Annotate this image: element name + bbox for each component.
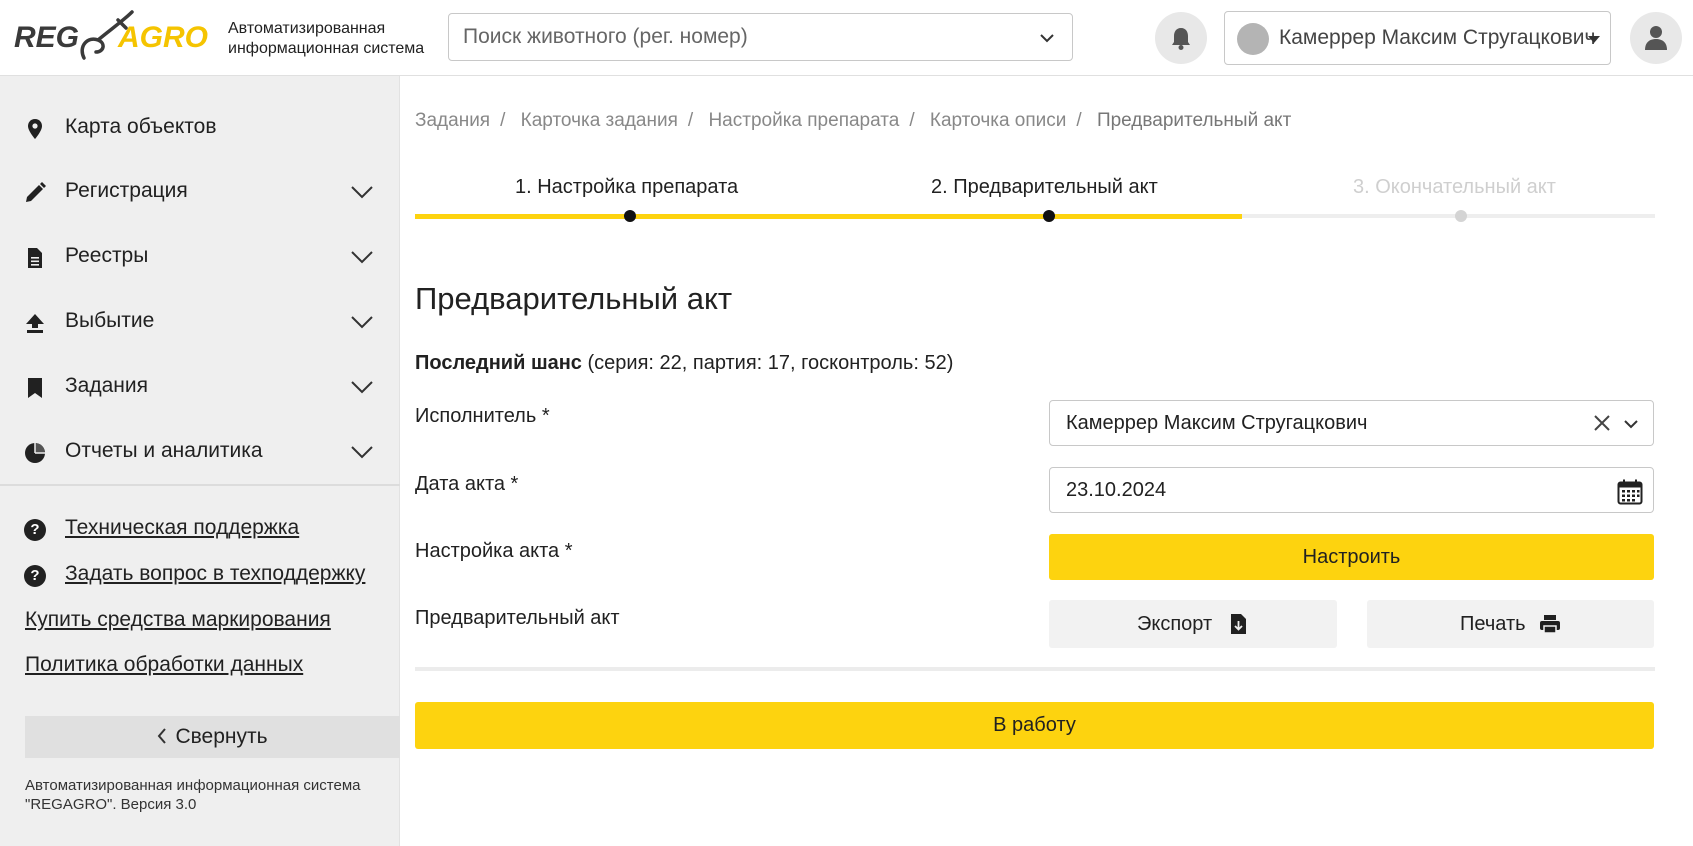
profile-button[interactable]: [1630, 12, 1682, 64]
breadcrumb-item[interactable]: Задания: [415, 110, 490, 131]
file-download-icon: [1231, 614, 1246, 634]
breadcrumb-item[interactable]: Карточка описи: [930, 110, 1066, 131]
animal-search-select[interactable]: [448, 13, 1073, 61]
top-header: REG AGRO Автоматизированная информационн…: [0, 0, 1693, 76]
bookmark-icon: [28, 378, 42, 398]
avatar: [1237, 23, 1269, 55]
clear-icon[interactable]: [1593, 414, 1611, 432]
ask-support-link[interactable]: Задать вопрос в техподдержку: [65, 562, 365, 586]
executor-select[interactable]: Камеррер Максим Стругацкович: [1049, 400, 1654, 446]
sidebar-item-registration[interactable]: Регистрация: [0, 162, 400, 222]
sidebar-item-label: Отчеты и аналитика: [65, 439, 263, 462]
user-select[interactable]: Камеррер Максим Стругацкович: [1224, 11, 1611, 65]
form-divider: [415, 667, 1655, 671]
lot-name: Последний шанс: [415, 352, 582, 374]
svg-text:AGRO: AGRO: [117, 21, 208, 54]
search-input[interactable]: [463, 14, 1023, 60]
chevron-left-icon: [157, 726, 167, 744]
step-1[interactable]: 1. Настройка препарата: [515, 176, 738, 199]
document-icon: [28, 248, 42, 268]
act-setup-label: Настройка акта *: [415, 540, 573, 562]
step-2[interactable]: 2. Предварительный акт: [931, 176, 1158, 199]
sidebar-divider: [0, 484, 400, 486]
buy-marking-link[interactable]: Купить средства маркирования: [25, 608, 331, 632]
logo-subtitle: Автоматизированная информационная систем…: [228, 20, 425, 57]
sidebar-item-label: Выбытие: [65, 309, 155, 332]
step-3: 3. Окончательный акт: [1353, 176, 1556, 198]
user-icon: [1645, 26, 1667, 50]
map-pin-icon: [28, 119, 42, 139]
chevron-down-icon[interactable]: [1038, 29, 1056, 47]
sidebar-item-registries[interactable]: Реестры: [0, 227, 400, 287]
question-icon: ?: [24, 519, 46, 541]
print-label: Печать: [1460, 613, 1526, 635]
sidebar-item-tasks[interactable]: Задания: [0, 357, 400, 417]
chevron-down-icon[interactable]: [350, 184, 374, 200]
question-icon: ?: [24, 565, 46, 587]
printer-icon: [1540, 615, 1560, 634]
prelim-act-label: Предварительный акт: [415, 607, 620, 629]
bell-icon: [1172, 28, 1190, 50]
collapse-sidebar-button[interactable]: Свернуть: [25, 716, 400, 758]
caret-down-icon: [1588, 36, 1600, 43]
act-date-field[interactable]: 23.10.2024: [1049, 467, 1654, 513]
act-date-label: Дата акта *: [415, 473, 519, 495]
stepper: 1. Настройка препарата 2. Предварительны…: [415, 170, 1655, 230]
executor-label: Исполнитель *: [415, 405, 550, 427]
chevron-down-icon[interactable]: [350, 249, 374, 265]
breadcrumb-item[interactable]: Карточка задания: [521, 110, 678, 131]
sidebar-item-map[interactable]: Карта объектов: [0, 98, 400, 158]
lot-details: (серия: 22, партия: 17, госконтроль: 52): [587, 352, 954, 374]
svg-text:REG: REG: [14, 21, 79, 54]
chevron-down-icon[interactable]: [350, 379, 374, 395]
calendar-icon[interactable]: [1617, 479, 1643, 505]
setup-act-button[interactable]: Настроить: [1049, 534, 1654, 580]
app-version-footer: Автоматизированная информационная систем…: [25, 777, 361, 813]
stepper-progress: [415, 214, 1243, 219]
breadcrumb: Задания / Карточка задания / Настройка пре…: [415, 110, 1292, 131]
privacy-policy-link[interactable]: Политика обработки данных: [25, 653, 303, 677]
lot-info: Последний шанс (серия: 22, партия: 17, г…: [415, 352, 953, 375]
chevron-down-icon[interactable]: [350, 314, 374, 330]
step-1-dot: [624, 210, 636, 222]
user-name: Камеррер Максим Стругацкович: [1279, 26, 1596, 49]
pie-chart-icon: [25, 443, 45, 463]
act-date-value: 23.10.2024: [1066, 479, 1167, 501]
sidebar-item-label: Реестры: [65, 244, 149, 267]
pencil-icon: [26, 182, 46, 202]
page-title: Предварительный акт: [415, 281, 733, 316]
sidebar-item-label: Карта объектов: [65, 115, 217, 138]
export-button[interactable]: Экспорт: [1049, 600, 1337, 648]
chevron-down-icon[interactable]: [350, 444, 374, 460]
sidebar-item-disposal[interactable]: Выбытие: [0, 292, 400, 352]
regagro-logo[interactable]: REG AGRO: [14, 6, 210, 66]
breadcrumb-item[interactable]: Настройка препарата: [708, 110, 899, 131]
sidebar-item-reports[interactable]: Отчеты и аналитика: [0, 422, 400, 482]
breadcrumb-current: Предварительный акт: [1096, 110, 1292, 131]
chevron-down-icon[interactable]: [1623, 417, 1639, 431]
sidebar-item-label: Регистрация: [65, 179, 188, 202]
upload-icon: [26, 314, 44, 333]
step-2-dot: [1043, 210, 1055, 222]
print-button[interactable]: Печать: [1367, 600, 1654, 648]
start-work-button[interactable]: В работу: [415, 702, 1654, 749]
tech-support-link[interactable]: Техническая поддержка: [65, 516, 299, 540]
export-label: Экспорт: [1137, 613, 1213, 635]
sidebar: Карта объектов Регистрация Реестры Выбыт…: [0, 76, 400, 846]
collapse-label: Свернуть: [25, 725, 400, 749]
sidebar-item-label: Задания: [65, 374, 148, 397]
executor-value: Камеррер Максим Стругацкович: [1066, 412, 1368, 434]
step-3-dot: [1455, 210, 1467, 222]
notifications-button[interactable]: [1155, 12, 1207, 64]
